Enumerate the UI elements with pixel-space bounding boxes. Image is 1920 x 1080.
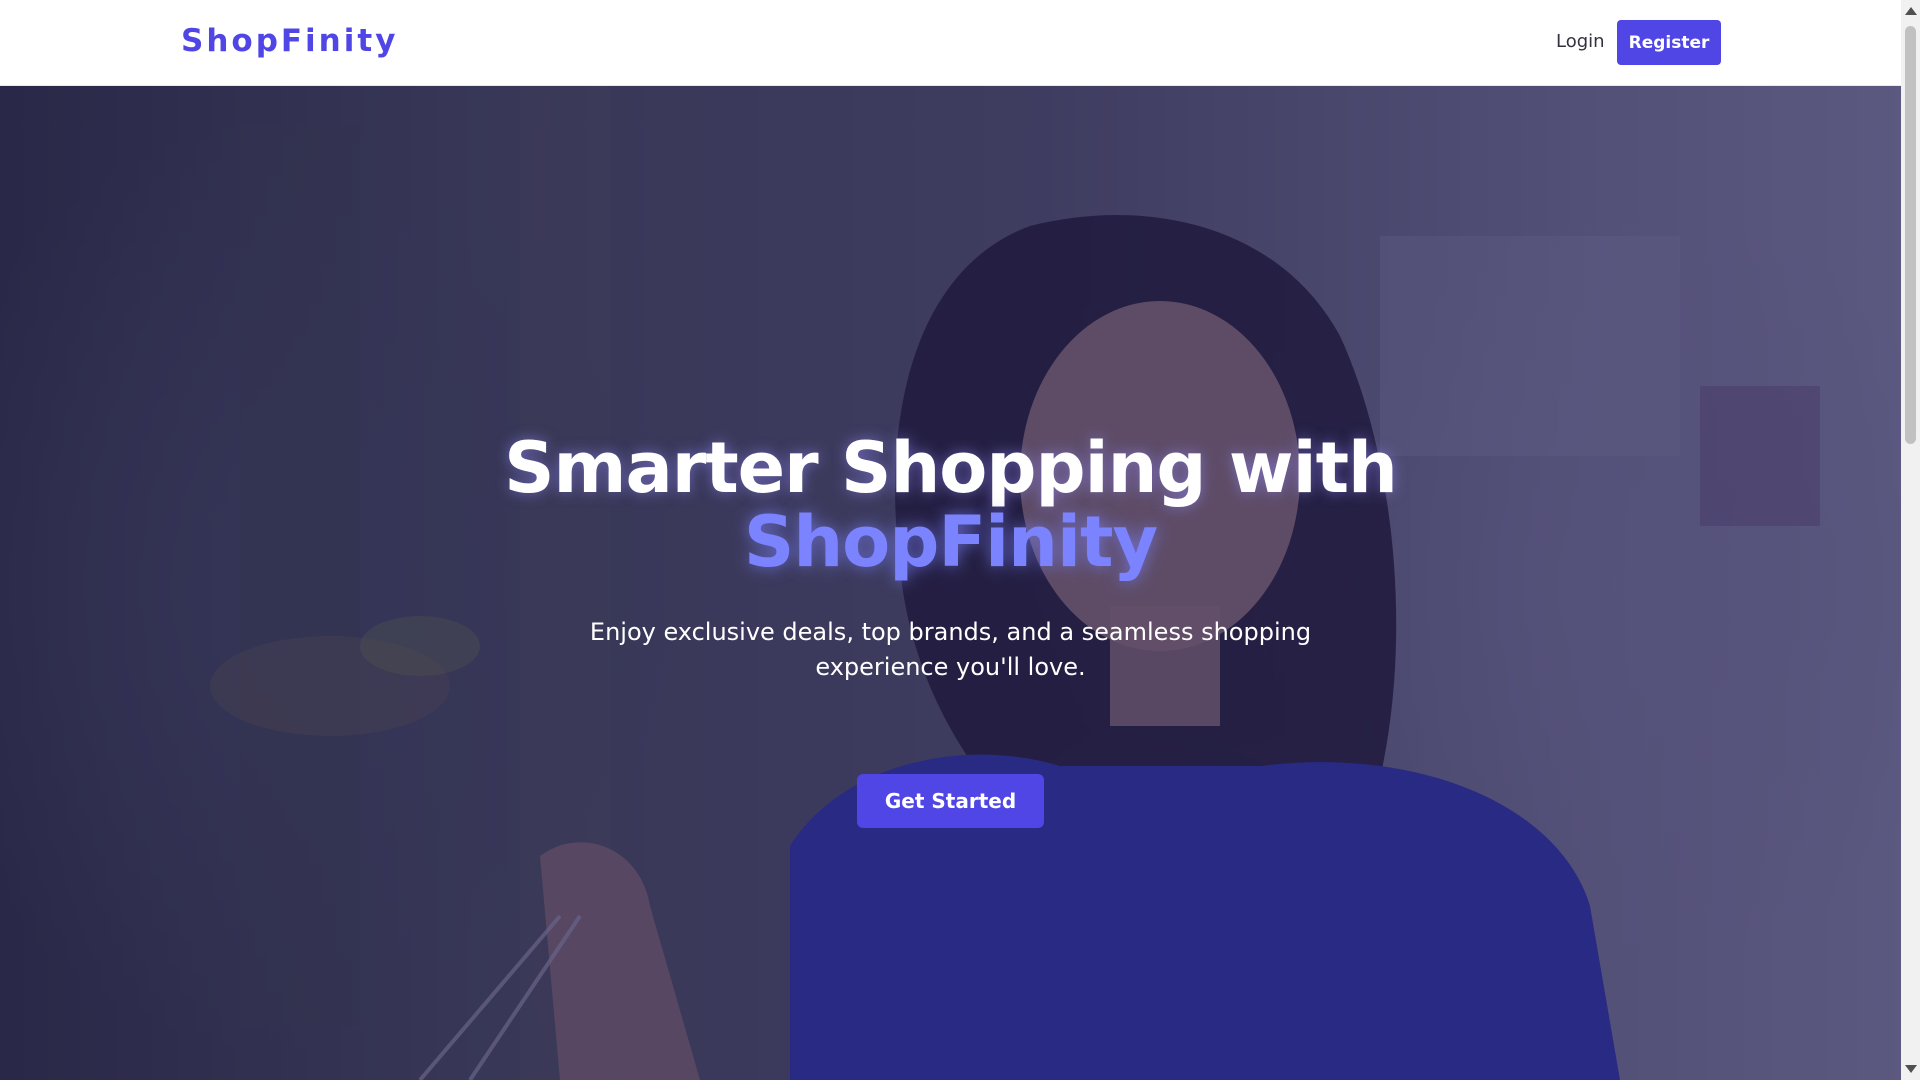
hero-title-brand: ShopFinity [743,501,1158,583]
landing-page: ShopFinity Login Register Smarter Shoppi… [0,0,1920,1080]
hero-subtitle: Enjoy exclusive deals, top brands, and a… [589,618,1312,681]
hero-title: Smarter Shopping with ShopFinity [0,431,1901,579]
brand-logo[interactable]: ShopFinity [181,23,398,59]
register-button[interactable]: Register [1617,20,1721,65]
chevron-down-icon[interactable] [1905,1065,1917,1073]
hero-title-line: Smarter Shopping with [504,427,1398,509]
top-navbar: ShopFinity Login Register [0,0,1901,86]
chevron-up-icon[interactable] [1905,7,1917,15]
hero-section: Smarter Shopping with ShopFinity Enjoy e… [0,86,1901,1080]
login-link[interactable]: Login [1556,31,1605,52]
get-started-button[interactable]: Get Started [857,774,1044,828]
hero-content: Smarter Shopping with ShopFinity Enjoy e… [0,86,1901,1080]
scrollbar-thumb[interactable] [1905,26,1916,444]
vertical-scrollbar[interactable] [1901,0,1920,1080]
